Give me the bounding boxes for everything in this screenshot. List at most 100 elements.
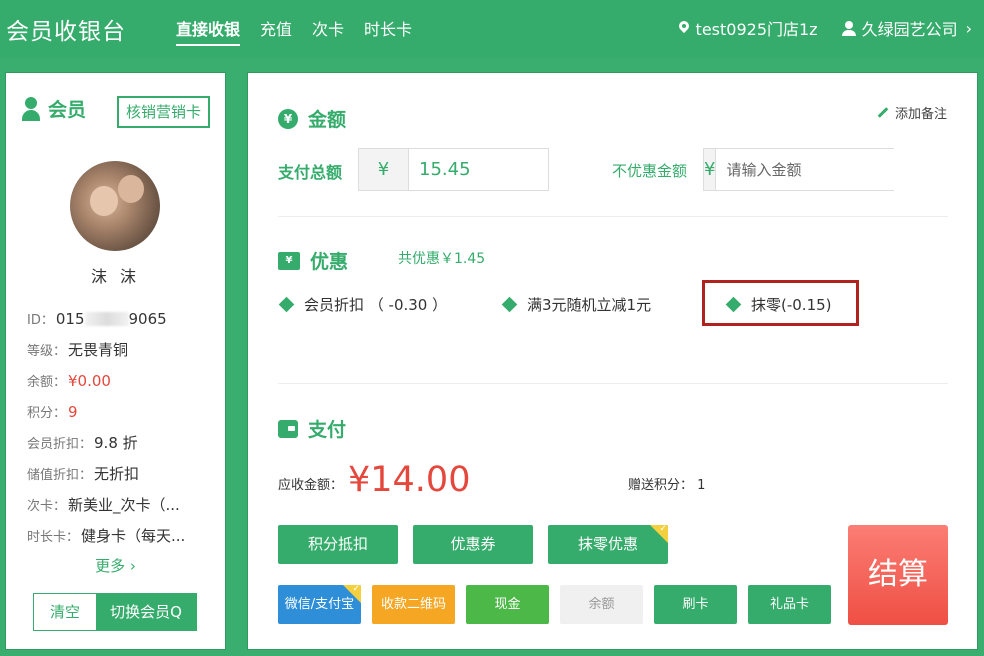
checkout-panel: ¥ 金额 添加备注 支付总额 ¥ 15.45 不优惠金额 ¥ ¥ 优惠 共优惠￥… <box>247 72 978 650</box>
ticket-icon: ¥ <box>278 251 300 270</box>
card-swipe-button[interactable]: 刷卡 <box>654 585 737 624</box>
discount-promo[interactable]: 满3元随机立减1元 <box>501 294 652 315</box>
stored-value-discount-value: 无折扣 <box>94 465 140 483</box>
punch-card-label: 次卡： <box>27 499 67 514</box>
member-balance-label: 余额： <box>27 375 67 390</box>
amount-heading-label: 金额 <box>308 109 347 131</box>
location-pin-icon <box>678 21 690 35</box>
total-amount-field[interactable]: ¥ 15.45 <box>358 148 549 191</box>
verify-marketing-card-button[interactable]: 核销营销卡 <box>117 96 210 128</box>
due-amount: ¥14.00 <box>348 460 471 500</box>
discount-member[interactable]: 会员折扣 （ -0.30 ） <box>278 294 448 315</box>
tab-time-card[interactable]: 时长卡 <box>364 16 412 46</box>
stored-value-discount-label: 储值折扣： <box>27 468 93 483</box>
member-points-value: 9 <box>68 402 78 421</box>
main-nav: 直接收银 充值 次卡 时长卡 <box>176 16 412 46</box>
wallet-icon <box>278 419 298 438</box>
amount-heading: ¥ 金额 <box>278 105 346 132</box>
points-deduction-button[interactable]: 积分抵扣 <box>278 525 398 564</box>
user-icon <box>841 20 856 36</box>
discount-heading: ¥ 优惠 <box>278 247 348 274</box>
avatar <box>70 161 160 251</box>
member-balance-row: 余额： ¥0.00 <box>27 365 207 396</box>
stored-value-discount-row: 储值折扣： 无折扣 <box>27 458 207 489</box>
balance-label: 余额 <box>588 597 615 612</box>
member-points-row: 积分： 9 <box>27 396 207 427</box>
check-corner-icon <box>343 585 361 603</box>
qr-code-label: 收款二维码 <box>380 597 446 612</box>
member-id-prefix: 015 <box>55 309 85 328</box>
pencil-icon <box>877 107 889 118</box>
discount-heading-label: 优惠 <box>310 251 349 273</box>
divider <box>278 216 948 217</box>
tab-direct-checkout[interactable]: 直接收银 <box>176 16 241 46</box>
id-redaction <box>84 311 129 326</box>
member-points-label: 积分： <box>27 406 67 421</box>
discount-member-label: 会员折扣 （ -0.30 ） <box>304 296 448 314</box>
payment-heading: 支付 <box>278 415 346 442</box>
balance-button[interactable]: 余额 <box>560 585 643 624</box>
highlight-box <box>702 280 859 326</box>
punch-card-row: 次卡： 新美业_次卡（... <box>27 489 207 520</box>
member-discount-value: 9.8 折 <box>94 434 138 452</box>
gift-card-button[interactable]: 礼品卡 <box>748 585 831 624</box>
no-discount-amount-field[interactable]: ¥ <box>703 148 921 191</box>
rounding-discount-label: 抹零优惠 <box>577 535 638 553</box>
clear-button[interactable]: 清空 <box>34 594 96 630</box>
divider <box>278 383 948 384</box>
no-discount-label: 不优惠金额 <box>612 162 688 180</box>
member-icon <box>22 96 40 121</box>
rounding-discount-button[interactable]: 抹零优惠 <box>548 525 668 564</box>
switch-member-button[interactable]: 切换会员Q <box>96 594 196 630</box>
company-name[interactable]: 久绿园艺公司 <box>862 16 958 40</box>
yen-circle-icon: ¥ <box>278 108 298 129</box>
no-discount-input[interactable] <box>716 149 921 190</box>
cash-button[interactable]: 现金 <box>466 585 549 624</box>
payment-heading-label: 支付 <box>308 419 347 441</box>
member-heading-label: 会员 <box>48 99 87 121</box>
member-level-row: 等级： 无畏青铜 <box>27 334 207 365</box>
due-label: 应收金额： <box>278 478 344 493</box>
checkout-button[interactable]: 结算 <box>848 525 948 625</box>
check-corner-icon <box>650 525 668 543</box>
member-heading: 会员 <box>22 95 86 122</box>
gift-card-label: 礼品卡 <box>769 597 809 612</box>
member-level-label: 等级： <box>27 344 67 359</box>
member-discount-label: 会员折扣： <box>27 437 93 452</box>
discount-promo-label: 满3元随机立减1元 <box>527 296 652 314</box>
member-actions: 清空 切换会员Q <box>33 593 197 631</box>
tab-punch-card[interactable]: 次卡 <box>312 16 344 46</box>
qr-code-button[interactable]: 收款二维码 <box>372 585 455 624</box>
store-name[interactable]: test0925门店1z <box>696 16 818 40</box>
total-discount: 共优惠￥1.45 <box>398 251 486 267</box>
member-name: 沫 沫 <box>90 267 141 286</box>
total-label: 支付总额 <box>278 163 343 182</box>
top-right-info: test0925门店1z 久绿园艺公司 › <box>678 16 972 40</box>
member-id-row: ID： 015 9065 <box>27 303 207 334</box>
add-note-button[interactable]: 添加备注 <box>877 103 947 122</box>
member-level-value: 无畏青铜 <box>68 341 129 359</box>
app-title: 会员收银台 <box>6 19 126 45</box>
card-swipe-label: 刷卡 <box>682 597 709 612</box>
yen-symbol: ¥ <box>704 149 717 190</box>
bonus-points: 赠送积分： 1 <box>628 478 706 493</box>
time-card-value: 健身卡（每天... <box>81 527 186 545</box>
member-id-suffix: 9065 <box>128 309 167 328</box>
member-balance-value: ¥0.00 <box>68 371 111 390</box>
diamond-icon <box>501 296 518 313</box>
more-link[interactable]: 更多 › <box>6 555 225 576</box>
coupon-label: 优惠券 <box>450 535 496 553</box>
diamond-icon <box>278 296 295 313</box>
coupon-button[interactable]: 优惠券 <box>413 525 533 564</box>
time-card-label: 时长卡： <box>27 530 80 545</box>
member-discount-row: 会员折扣： 9.8 折 <box>27 427 207 458</box>
tab-recharge[interactable]: 充值 <box>260 16 292 46</box>
member-id-label: ID： <box>27 313 54 328</box>
punch-card-value: 新美业_次卡（... <box>68 496 180 514</box>
cash-label: 现金 <box>494 597 521 612</box>
wechat-alipay-button[interactable]: 微信/支付宝 <box>278 585 361 624</box>
chevron-right-icon[interactable]: › <box>966 19 972 38</box>
member-info: ID： 015 9065 等级： 无畏青铜 余额： ¥0.00 积分： 9 会员… <box>27 303 207 551</box>
add-note-label: 添加备注 <box>894 107 947 122</box>
yen-symbol: ¥ <box>359 149 409 190</box>
